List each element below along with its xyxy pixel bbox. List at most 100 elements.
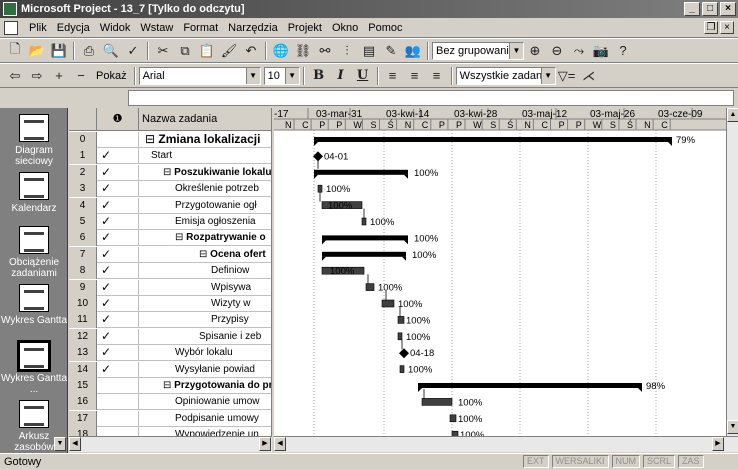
scroll-left-icon[interactable]: ◀ [274,437,286,451]
scroll-right-icon[interactable]: ▶ [259,437,271,451]
unlink-tasks-icon[interactable]: ⚯ [314,41,336,61]
row-task-name[interactable]: Wypowiedzenie un [141,427,271,436]
show-outline-button[interactable]: Pokaż [92,70,131,82]
row-task-name[interactable]: Przypisy [141,312,271,328]
row-task-name[interactable]: Definiow [141,263,271,279]
hyperlink-icon[interactable]: 🌐 [270,41,292,61]
spelling-icon[interactable]: ✓ [122,41,144,61]
table-row[interactable]: 13 ✓ Wybór lokalu [69,345,271,362]
scroll-down-icon[interactable]: ▼ [727,420,738,434]
view-tracking-gantt[interactable]: Wykres Gantta ... [0,336,68,395]
task-info-icon[interactable]: ▤ [358,41,380,61]
split-task-icon[interactable]: ⫶ [336,41,358,61]
view-task-usage[interactable]: Obciążenie zadaniami [0,220,68,279]
row-id[interactable]: 11 [69,312,97,329]
menu-widok[interactable]: Widok [95,22,136,34]
view-calendar[interactable]: Kalendarz [0,166,68,224]
goto-task-icon[interactable]: ⤳ [568,41,590,61]
maximize-button[interactable]: □ [702,2,718,16]
row-id[interactable]: 9 [69,279,97,296]
underline-button[interactable]: U [352,66,374,86]
collapse-icon[interactable]: ⊟ [199,249,210,260]
row-id[interactable]: 1 [69,148,97,165]
show-subtasks-icon[interactable]: + [48,66,70,86]
minimize-button[interactable]: _ [684,2,700,16]
row-id[interactable]: 16 [69,394,97,411]
filter-select[interactable]: Wszystkie zadania ▼ [455,66,556,85]
vertical-scrollbar[interactable]: ▲ ▼ [726,108,738,436]
row-id[interactable]: 4 [69,197,97,214]
open-folder-icon[interactable]: 📂 [26,41,48,61]
row-id[interactable]: 10 [69,296,97,312]
table-row[interactable]: 15 ⊟ Przygotowania do prz [69,378,271,394]
italic-button[interactable]: I [330,66,352,86]
row-id[interactable]: 13 [69,345,97,362]
menu-wstaw[interactable]: Wstaw [135,22,178,34]
align-right-icon[interactable]: ≡ [426,66,448,86]
row-id[interactable]: 2 [69,164,97,181]
row-task-name[interactable]: Podpisanie umowy [141,411,271,427]
autofilter-icon[interactable]: ▽= [556,66,578,86]
row-id[interactable]: 3 [69,181,97,198]
table-row[interactable]: 0 ⊟ Zmiana lokalizacji [69,132,271,148]
bold-button[interactable]: B [308,66,330,86]
row-id[interactable]: 0 [69,132,97,148]
gantt-horizontal-scrollbar[interactable]: ◀ ▶ [274,436,738,452]
scroll-left-icon[interactable]: ◀ [69,437,81,451]
menu-edycja[interactable]: Edycja [52,22,95,34]
table-row[interactable]: 12 ✓ Spisanie i zeb [69,328,271,345]
scroll-up-icon[interactable]: ▲ [727,108,738,122]
assign-resources-icon[interactable]: 👥 [402,41,424,61]
table-row[interactable]: 3 ✓ Określenie potrzeb [69,181,271,198]
row-id[interactable]: 18 [69,427,97,436]
view-network-diagram[interactable]: Diagram sieciowy [0,108,68,167]
row-task-name[interactable]: ⊟ Ocena ofert [141,247,271,263]
new-file-icon[interactable]: 🗋 [4,41,26,61]
table-row[interactable]: 10 ✓ Wizyty w [69,296,271,312]
collapse-icon[interactable]: ⊟ [145,132,158,146]
table-row[interactable]: 14 ✓ Wysyłanie powiad [69,361,271,378]
row-task-name[interactable]: Wpisywa [141,280,271,296]
font-size-select[interactable]: 10 ▼ [263,66,300,85]
grouping-select[interactable]: Bez grupowania ▼ [432,41,524,60]
row-task-name[interactable]: Określenie potrzeb [141,181,271,197]
cut-icon[interactable]: ✂ [152,41,174,61]
scroll-right-icon[interactable]: ▶ [712,437,724,451]
table-row[interactable]: 18 Wypowiedzenie un [69,427,271,436]
menu-okno[interactable]: Okno [327,22,363,34]
gantt-chart-area[interactable]: -17 03-mar-31 03-kwi-14 03-kwi-28 03-maj-12 0… [274,108,726,436]
document-icon[interactable] [4,20,18,35]
table-row[interactable]: 9 ✓ Wpisywa [69,279,271,296]
table-row[interactable]: 16 Opiniowanie umow [69,394,271,411]
table-row[interactable]: 4 ✓ Przygotowanie ogł [69,197,271,214]
viewbar-scroll-down-icon[interactable]: ▼ [54,437,66,451]
align-left-icon[interactable]: ≡ [382,66,404,86]
row-task-name[interactable]: ⊟ Poszukiwanie lokalu [141,165,271,181]
row-id[interactable]: 6 [69,230,97,247]
align-center-icon[interactable]: ≡ [404,66,426,86]
row-task-name[interactable]: ⊟ Przygotowania do prz [141,378,271,394]
row-task-name[interactable]: Przygotowanie ogł [141,198,271,214]
hide-subtasks-icon[interactable]: − [70,66,92,86]
table-row[interactable]: 7 ✓ ⊟ Ocena ofert [69,246,271,263]
close-button[interactable]: × [720,2,736,16]
menu-plik[interactable]: Plik [24,22,52,34]
select-all-corner[interactable] [69,108,97,130]
row-task-name[interactable]: ⊟ Zmiana lokalizacji [141,132,271,148]
undo-icon[interactable]: ↶ [240,41,262,61]
indent-icon[interactable]: ⇨ [26,66,48,86]
row-task-name[interactable]: Wybór lokalu [141,345,271,361]
app-icon[interactable] [3,2,17,16]
table-row[interactable]: 11 ✓ Przypisy [69,312,271,329]
gantt-wizard-icon[interactable]: ⋌ [578,66,600,86]
table-row[interactable]: 8 ✓ Definiow [69,263,271,280]
save-icon[interactable]: 💾 [48,41,70,61]
help-icon[interactable]: ? [612,41,634,61]
entry-field[interactable] [128,90,734,106]
view-gantt-chart[interactable]: Wykres Gantta [0,278,68,336]
row-task-name[interactable]: ⊟ Rozpatrywanie o [141,230,271,246]
menu-format[interactable]: Format [178,22,223,34]
print-icon[interactable]: ⎙ [78,41,100,61]
row-id[interactable]: 7 [69,246,97,263]
row-task-name[interactable]: Opiniowanie umow [141,394,271,410]
